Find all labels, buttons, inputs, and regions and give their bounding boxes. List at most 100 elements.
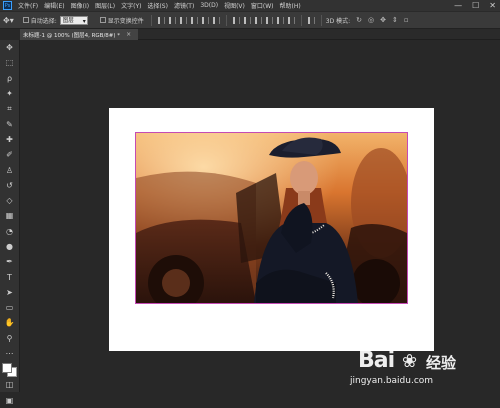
lasso-icon: ρ [6, 73, 13, 83]
align-top-icon[interactable] [190, 16, 198, 24]
crop-tool[interactable]: ⌗ [0, 101, 19, 116]
pen-tool[interactable]: ✒ [0, 254, 19, 269]
move-icon: ✥ [6, 43, 13, 53]
menu-window[interactable]: 窗口(W) [251, 1, 274, 10]
magic-wand-tool[interactable]: ✦ [0, 86, 19, 101]
rectangle-icon: ▭ [5, 303, 14, 313]
distribute-hcenter-icon[interactable] [276, 16, 284, 24]
blur-icon: ◔ [6, 226, 13, 236]
zoom-icon: ⚲ [6, 333, 13, 343]
document-tab[interactable]: 未标题-1 @ 100% (图层4, RGB/8#) * × [20, 29, 138, 40]
align-vcenter-icon[interactable] [201, 16, 209, 24]
menu-edit[interactable]: 编辑(E) [44, 1, 64, 10]
distribute-left-icon[interactable] [265, 16, 273, 24]
divider [300, 14, 302, 26]
menu-3d[interactable]: 3D(D) [200, 2, 218, 9]
auto-select-dropdown[interactable]: 图层 [59, 15, 88, 26]
move-tool[interactable]: ✥ [0, 40, 19, 55]
gradient-icon: ▦ [5, 211, 14, 221]
clone-stamp-tool[interactable]: ♙ [0, 162, 19, 177]
watermark-url: jingyan.baidu.com [350, 376, 434, 386]
blur-tool[interactable]: ◔ [0, 224, 19, 239]
crop-icon: ⌗ [7, 103, 12, 113]
distribute-bottom-icon[interactable] [254, 16, 262, 24]
shape-tool[interactable]: ▭ [0, 300, 19, 315]
tab-close-icon[interactable]: × [126, 31, 131, 38]
path-selection-tool[interactable]: ➤ [0, 285, 19, 300]
marquee-tool[interactable]: ⬚ [0, 55, 19, 70]
divider [225, 14, 227, 26]
menu-layer[interactable]: 图层(L) [95, 1, 115, 10]
more-icon: ⋯ [5, 349, 14, 359]
menu-bar: Ps 文件(F) 编辑(E) 图像(I) 图层(L) 文字(Y) 选择(S) 滤… [0, 0, 500, 11]
3d-rotate-icon[interactable]: ↻ [356, 16, 362, 24]
minimize-button[interactable]: — [454, 1, 462, 10]
align-right-icon[interactable] [179, 16, 187, 24]
eyedropper-tool[interactable]: ✎ [0, 116, 19, 131]
3d-pan-icon[interactable]: ✥ [380, 16, 386, 24]
gradient-tool[interactable]: ▦ [0, 208, 19, 223]
edit-toolbar-tool[interactable]: ⋯ [0, 346, 19, 361]
show-transform-checkbox[interactable] [99, 17, 106, 23]
distribute-vcenter-icon[interactable] [243, 16, 251, 24]
brush-tool[interactable]: ✐ [0, 147, 19, 162]
baidu-jingyan-watermark: Bai ❀ 经验 jingyan.baidu.com [344, 348, 494, 388]
menu-view[interactable]: 视图(V) [224, 1, 245, 10]
distribute-right-icon[interactable] [287, 16, 295, 24]
menu-file[interactable]: 文件(F) [18, 1, 38, 10]
screen-mode-tool[interactable]: ▣ [0, 393, 19, 408]
options-bar: ✥▾ 自动选择: 图层 显示变换控件 3D 模式: ↻ ◎ ✥ ⇕ ▫ [0, 11, 500, 29]
zoom-tool[interactable]: ⚲ [0, 331, 19, 346]
lasso-tool[interactable]: ρ [0, 71, 19, 86]
screen-mode-icon: ▣ [5, 395, 14, 405]
auto-select-checkbox[interactable] [22, 17, 29, 23]
watermark-jingyan: 经验 [426, 354, 457, 372]
eraser-icon: ◇ [6, 196, 13, 206]
brush-icon: ✐ [6, 150, 13, 160]
dodge-tool[interactable]: ● [0, 239, 19, 254]
3d-slide-icon[interactable]: ⇕ [392, 16, 398, 24]
menu-select[interactable]: 选择(S) [147, 1, 168, 10]
3d-scale-icon[interactable]: ▫ [404, 16, 409, 24]
align-bottom-icon[interactable] [212, 16, 220, 24]
menu-filter[interactable]: 滤镜(T) [174, 1, 194, 10]
tools-panel: ✥ ⬚ ρ ✦ ⌗ ✎ ✚ ✐ ♙ ↺ ◇ ▦ ◔ ● ✒ T ➤ ▭ ✋ ⚲ … [0, 40, 20, 405]
type-tool[interactable]: T [0, 269, 19, 284]
eyedropper-icon: ✎ [6, 119, 13, 129]
document-tab-title: 未标题-1 @ 100% (图层4, RGB/8#) * [23, 32, 121, 39]
history-brush-icon: ↺ [6, 180, 13, 190]
foreground-color-swatch[interactable] [2, 363, 12, 374]
menu-image[interactable]: 图像(I) [71, 1, 89, 10]
dodge-icon: ● [6, 242, 13, 251]
pen-icon: ✒ [6, 257, 13, 267]
placed-photo-layer[interactable] [135, 132, 408, 304]
menu-type[interactable]: 文字(Y) [121, 1, 141, 10]
hand-icon: ✋ [4, 318, 15, 328]
portrait-photo-image [136, 133, 407, 303]
history-brush-tool[interactable]: ↺ [0, 178, 19, 193]
type-icon: T [7, 272, 12, 282]
maximize-button[interactable]: ☐ [472, 1, 479, 10]
eraser-tool[interactable]: ◇ [0, 193, 19, 208]
spot-healing-tool[interactable]: ✚ [0, 132, 19, 147]
align-hcenter-icon[interactable] [168, 16, 176, 24]
3d-mode-label: 3D 模式: [325, 17, 351, 25]
close-button[interactable]: ✕ [489, 1, 496, 10]
magic-wand-icon: ✦ [6, 89, 13, 99]
auto-align-icon[interactable] [307, 16, 315, 24]
stamp-icon: ♙ [5, 165, 14, 175]
distribute-top-icon[interactable] [232, 16, 240, 24]
menu-help[interactable]: 帮助(H) [280, 1, 301, 10]
baidu-paw-icon: ❀ [402, 351, 418, 372]
divider [150, 14, 152, 26]
document-tab-bar: 未标题-1 @ 100% (图层4, RGB/8#) * × [20, 29, 500, 40]
photoshop-logo: Ps [3, 1, 12, 10]
move-tool-preset-icon[interactable]: ✥▾ [3, 16, 14, 25]
color-swatches [0, 361, 19, 378]
hand-tool[interactable]: ✋ [0, 315, 19, 330]
marquee-icon: ⬚ [5, 58, 14, 68]
healing-icon: ✚ [6, 134, 13, 144]
align-left-icon[interactable] [157, 16, 165, 24]
3d-roll-icon[interactable]: ◎ [368, 16, 374, 24]
quick-mask-tool[interactable]: ◫ [0, 377, 19, 392]
